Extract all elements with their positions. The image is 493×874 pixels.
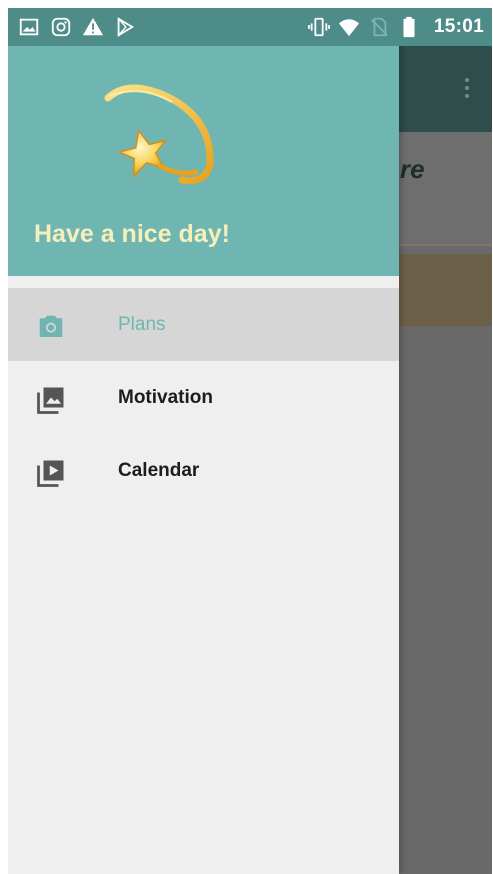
shooting-star-icon xyxy=(100,76,220,196)
drawer-item-calendar[interactable]: Calendar xyxy=(8,434,399,507)
drawer-header-title: Have a nice day! xyxy=(34,220,230,248)
instagram-icon xyxy=(50,16,72,38)
drawer-item-plans[interactable]: Plans xyxy=(8,288,399,361)
drawer-item-label: Calendar xyxy=(118,459,200,481)
vibrate-icon xyxy=(307,16,330,38)
app-screen: re 15:01 Have a nice day! Plans Motivati… xyxy=(8,8,492,874)
warning-icon xyxy=(82,16,104,38)
drawer-header: Have a nice day! xyxy=(8,46,399,276)
drawer-item-label: Plans xyxy=(118,313,166,335)
no-sim-icon xyxy=(368,16,390,38)
play-store-icon xyxy=(114,16,136,38)
wifi-icon xyxy=(338,16,360,38)
drawer-item-label: Motivation xyxy=(118,386,213,408)
navigation-drawer: Have a nice day! Plans Motivation Calend… xyxy=(8,8,399,874)
drawer-item-motivation[interactable]: Motivation xyxy=(8,361,399,434)
video-library-icon xyxy=(36,458,66,488)
overflow-menu-icon xyxy=(464,78,470,104)
background-card-text: re xyxy=(400,154,425,184)
clock: 15:01 xyxy=(433,16,484,37)
camera-icon xyxy=(36,312,66,342)
drawer-menu: Plans Motivation Calendar xyxy=(8,288,399,507)
photo-library-icon xyxy=(36,385,66,415)
image-icon xyxy=(18,16,40,38)
battery-icon xyxy=(398,16,420,38)
status-bar: 15:01 xyxy=(8,8,492,46)
